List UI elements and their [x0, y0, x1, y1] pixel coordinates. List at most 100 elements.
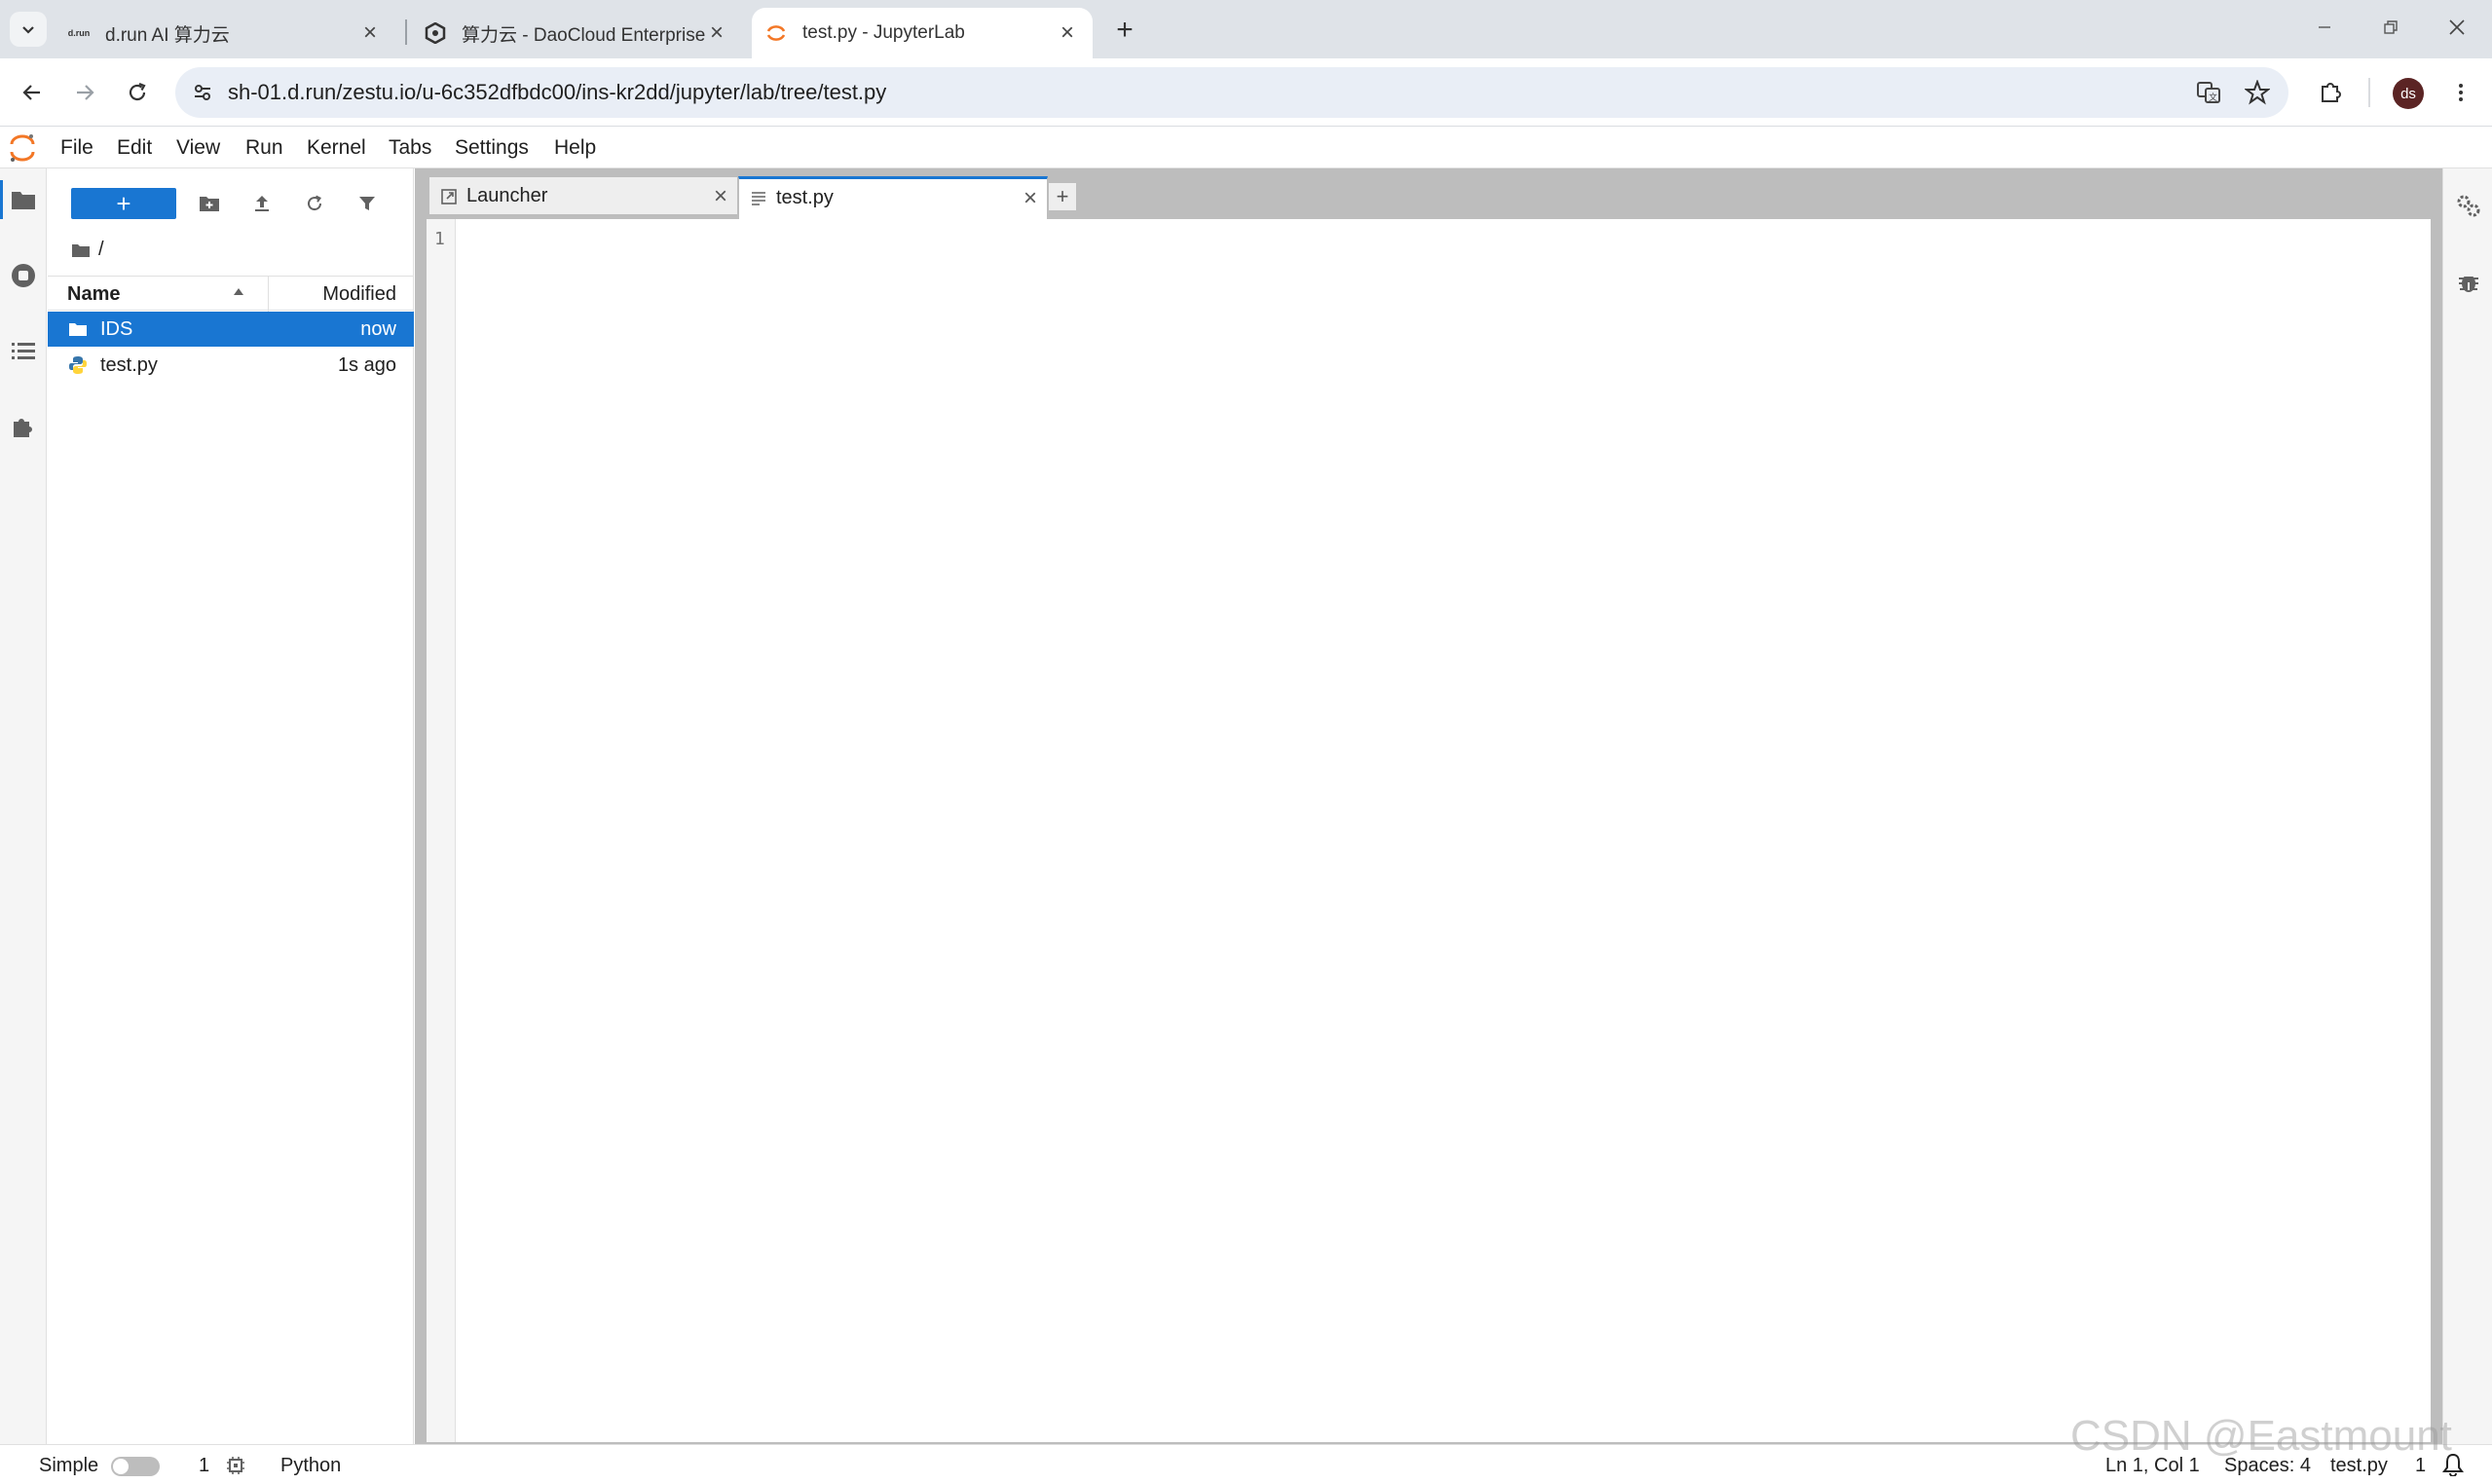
gears-icon: [2457, 195, 2480, 217]
menu-view[interactable]: View: [176, 136, 220, 160]
file-modified: now: [360, 318, 396, 340]
profile-avatar[interactable]: ds: [2393, 78, 2424, 109]
restore-icon: [2384, 20, 2398, 34]
plus-icon: +: [116, 189, 131, 218]
right-sidebar-tabs: [2442, 168, 2492, 1444]
new-folder-icon: [200, 197, 219, 211]
reload-button[interactable]: [119, 74, 156, 111]
menu-settings[interactable]: Settings: [455, 136, 529, 160]
tab-label: test.py: [776, 187, 834, 208]
menu-file[interactable]: File: [60, 136, 93, 160]
chevron-down-icon: [22, 26, 34, 34]
running-sessions-tab[interactable]: [8, 260, 39, 291]
name-column-header[interactable]: Name: [67, 283, 120, 306]
tab-test-py[interactable]: test.py ×: [738, 176, 1048, 219]
file-name: IDS: [100, 318, 133, 340]
drun-logo-icon: d.run: [67, 28, 91, 38]
active-sidebar-indicator: [0, 180, 3, 219]
menu-kernel[interactable]: Kernel: [307, 136, 366, 160]
site-info-icon[interactable]: [189, 79, 216, 106]
file-list-item[interactable]: IDS now: [48, 312, 414, 347]
file-modified: 1s ago: [337, 354, 396, 376]
stop-circle-icon: [12, 264, 35, 287]
file-list-header: Name Modified: [48, 276, 414, 312]
daocloud-logo-icon: [425, 22, 446, 44]
tab-label: Launcher: [466, 185, 548, 206]
address-bar[interactable]: sh-01.d.run/zestu.io/u-6c352dfbdc00/ins-…: [175, 67, 2288, 118]
main-dock-panel: Launcher × test.py × + 1: [415, 168, 2442, 1452]
url-text[interactable]: sh-01.d.run/zestu.io/u-6c352dfbdc00/ins-…: [228, 80, 886, 105]
left-sidebar-tabs: [0, 168, 47, 1444]
kernel-chip-icon[interactable]: [226, 1456, 245, 1475]
close-tab-icon[interactable]: ×: [1056, 19, 1079, 46]
minimize-window-button[interactable]: [2302, 10, 2347, 45]
menu-help[interactable]: Help: [554, 136, 596, 160]
breadcrumb[interactable]: /: [71, 239, 104, 261]
sort-ascending-icon[interactable]: [233, 286, 244, 298]
close-window-button[interactable]: [2435, 10, 2479, 45]
menu-run[interactable]: Run: [245, 136, 283, 160]
minimize-icon: [2319, 26, 2330, 28]
file-list-item[interactable]: test.py 1s ago: [48, 348, 414, 383]
browser-tab-jupyterlab[interactable]: test.py - JupyterLab ×: [752, 8, 1093, 58]
menu-edit[interactable]: Edit: [117, 136, 152, 160]
debugger-tab[interactable]: [2453, 266, 2484, 297]
simple-mode-label: Simple: [39, 1455, 99, 1476]
bookmark-star-icon[interactable]: [2244, 79, 2271, 106]
back-button[interactable]: [14, 74, 51, 111]
jupyter-menubar: File Edit View Run Kernel Tabs Settings …: [0, 128, 2492, 168]
breadcrumb-path[interactable]: /: [98, 239, 104, 261]
tab-launcher[interactable]: Launcher ×: [428, 176, 738, 215]
kernel-count[interactable]: 1: [199, 1455, 209, 1477]
file-browser-panel: + / Name Modified IDS now test.py 1s ago: [48, 168, 414, 1444]
menu-tabs[interactable]: Tabs: [389, 136, 431, 160]
close-tab-icon[interactable]: ×: [705, 19, 728, 46]
browser-tab-daocloud[interactable]: 算力云 - DaoCloud Enterprise ×: [411, 8, 742, 58]
new-launcher-button[interactable]: +: [71, 188, 176, 219]
folder-icon: [67, 318, 89, 340]
python-file-icon: [67, 354, 89, 376]
refresh-icon: [308, 195, 322, 211]
svg-text:文: 文: [2209, 92, 2217, 103]
close-icon[interactable]: ×: [1023, 185, 1037, 212]
toggle-knob: [113, 1459, 129, 1474]
extension-manager-tab[interactable]: [8, 412, 39, 443]
forward-button[interactable]: [66, 74, 103, 111]
folder-icon: [12, 192, 35, 209]
bug-icon: [2459, 275, 2478, 292]
property-inspector-tab[interactable]: [2453, 190, 2484, 221]
tab-search-button[interactable]: [10, 12, 47, 47]
folder-icon: [72, 243, 90, 257]
kernel-language[interactable]: Python: [280, 1455, 341, 1477]
arrow-left-icon: [22, 85, 40, 100]
close-icon[interactable]: ×: [714, 183, 727, 210]
translate-icon[interactable]: 文: [2195, 79, 2222, 106]
puzzle-icon: [14, 419, 32, 437]
launcher-icon: [439, 187, 459, 206]
file-name: test.py: [100, 354, 158, 376]
list-icon: [12, 343, 35, 359]
refresh-button[interactable]: [299, 188, 330, 219]
simple-mode-toggle[interactable]: [111, 1457, 160, 1476]
table-of-contents-tab[interactable]: [8, 336, 39, 367]
upload-button[interactable]: [246, 188, 278, 219]
tab-divider: [405, 19, 407, 45]
browser-tab-drun[interactable]: d.run d.run AI 算力云 ×: [55, 8, 395, 58]
extensions-button[interactable]: [2312, 74, 2349, 111]
browser-toolbar: sh-01.d.run/zestu.io/u-6c352dfbdc00/ins-…: [0, 58, 2492, 127]
puzzle-icon: [2322, 83, 2341, 102]
close-tab-icon[interactable]: ×: [358, 19, 382, 46]
file-browser-tab[interactable]: [8, 184, 39, 215]
toolbar-divider: [2368, 78, 2370, 107]
new-tab-button[interactable]: +: [1108, 14, 1141, 47]
browser-menu-button[interactable]: [2442, 74, 2479, 111]
code-editor[interactable]: 1: [427, 219, 2431, 1442]
browser-tab-label: d.run AI 算力云: [105, 24, 230, 46]
modified-column-header[interactable]: Modified: [322, 283, 396, 306]
text-file-icon: [749, 189, 768, 208]
add-tab-button[interactable]: +: [1048, 182, 1077, 211]
filter-button[interactable]: [352, 188, 383, 219]
new-folder-button[interactable]: [194, 188, 225, 219]
browser-tab-label: test.py - JupyterLab: [802, 22, 965, 43]
restore-window-button[interactable]: [2368, 10, 2413, 45]
